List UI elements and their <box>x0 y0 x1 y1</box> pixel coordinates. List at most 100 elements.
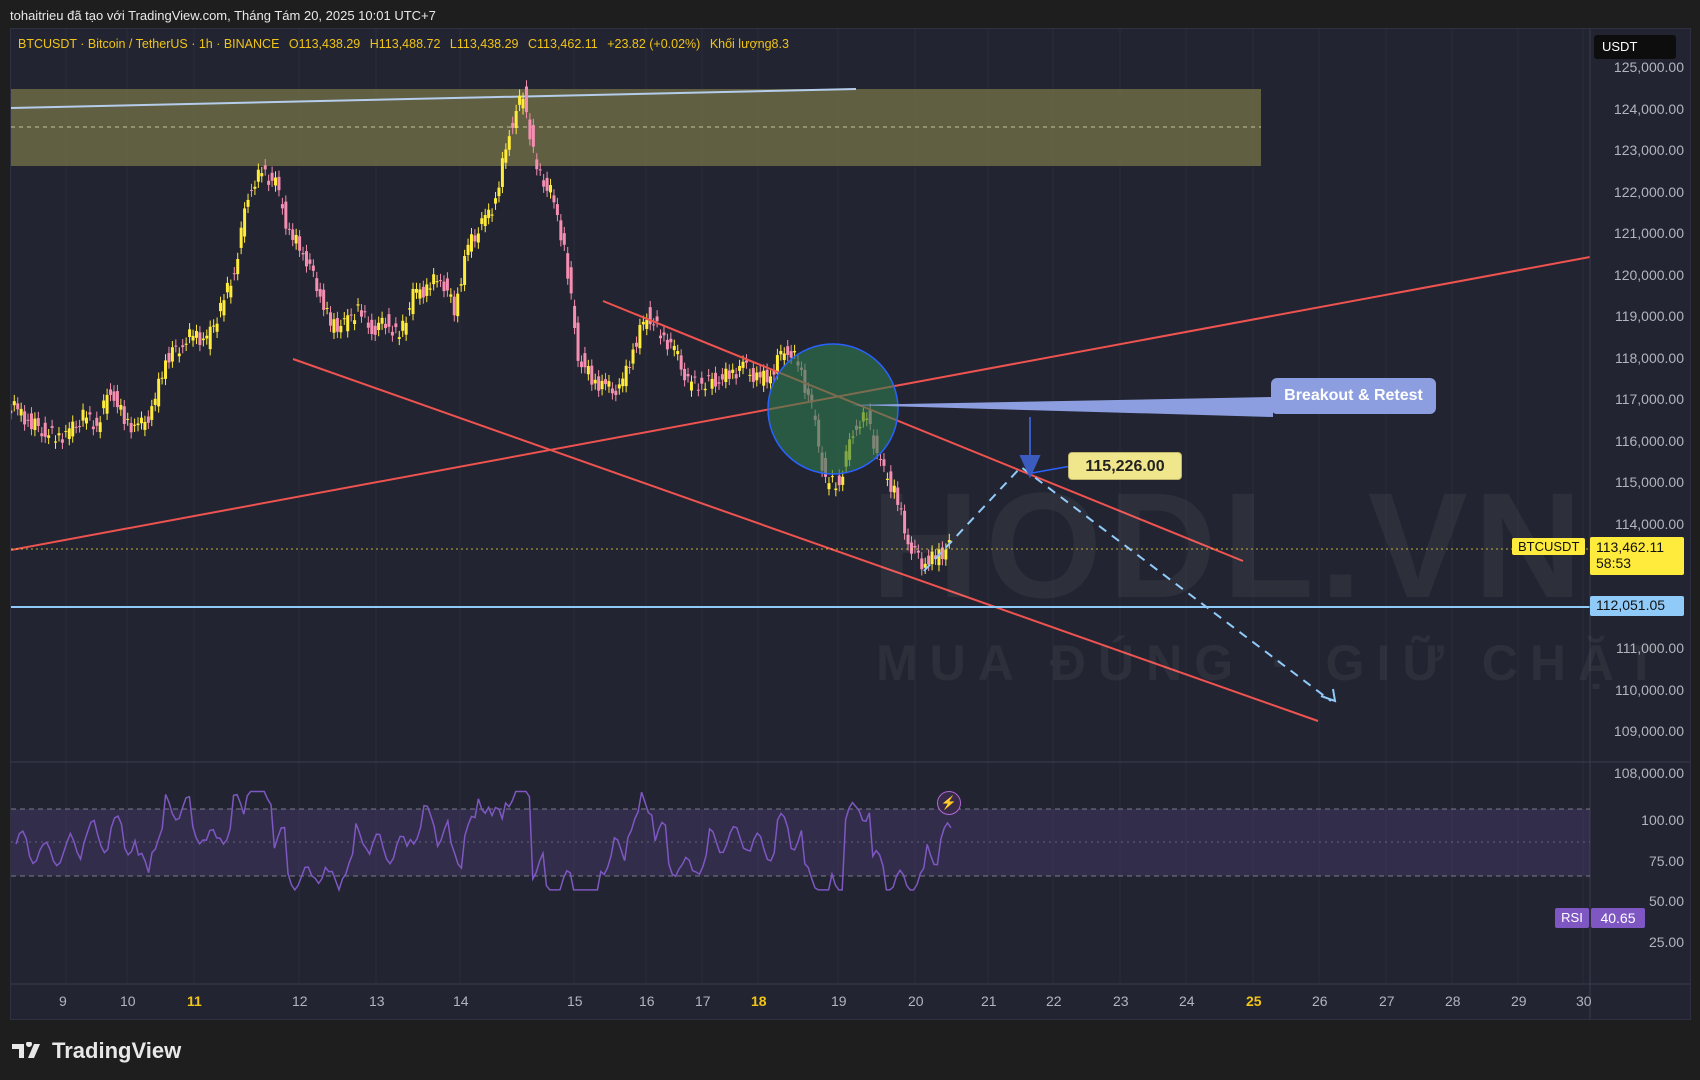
date-tick-label: 14 <box>453 993 469 1009</box>
watermark-slogan: MUA ĐÚNG · GIỮ CHẶT <box>876 635 1669 691</box>
candle-body <box>349 314 353 316</box>
candle-body <box>239 227 243 248</box>
candle-countdown: 58:53 <box>1596 555 1632 571</box>
support-price-label: 112,051.05 <box>1590 596 1684 616</box>
high-value: H113,488.72 <box>369 37 441 51</box>
candle-body <box>511 122 515 128</box>
candle-body <box>170 347 174 362</box>
candle-body <box>115 391 119 408</box>
candle-body <box>483 215 487 227</box>
candle-body <box>408 308 412 310</box>
candle-body <box>535 159 539 170</box>
candle-body <box>294 234 298 244</box>
chart-area[interactable]: HODL.VN MUA ĐÚNG · GIỮ CHẶT <box>10 28 1691 1020</box>
candle-body <box>232 273 236 275</box>
candle-body <box>119 404 123 410</box>
candle-body <box>325 307 329 309</box>
date-tick-label: 24 <box>1179 993 1195 1009</box>
candle-body <box>586 366 590 375</box>
candle-body <box>397 337 401 339</box>
candle-body <box>133 424 137 426</box>
candle-body <box>555 204 559 216</box>
candle-body <box>469 234 473 252</box>
rsi-tag: RSI <box>1555 908 1589 928</box>
candle-body <box>724 368 728 383</box>
currency-selector[interactable]: USDT <box>1594 35 1676 59</box>
tv-logo-icon <box>12 1042 40 1058</box>
breakout-circle <box>767 343 899 475</box>
candle-body <box>494 198 498 204</box>
candle-body <box>542 180 546 187</box>
price-tick-label: 118,000.00 <box>1614 349 1684 366</box>
candle-body <box>208 326 212 350</box>
candle-body <box>765 369 769 383</box>
target-price-label[interactable]: 115,226.00 <box>1068 452 1182 480</box>
candle-body <box>95 417 99 426</box>
date-tick-label: 27 <box>1379 993 1395 1009</box>
candle-body <box>827 483 831 490</box>
candle-body <box>274 177 278 186</box>
rsi-value: 40.65 <box>1591 908 1645 928</box>
candle-body <box>679 355 683 370</box>
symbol-name[interactable]: BTCUSDT · Bitcoin / TetherUS · 1h · BINA… <box>18 37 279 51</box>
candle-body <box>442 281 446 292</box>
candle-body <box>246 199 250 207</box>
candle-body <box>755 372 759 381</box>
candle-body <box>439 280 443 282</box>
candle-body <box>421 286 425 298</box>
candle-body <box>60 439 64 443</box>
candle-body <box>270 172 274 181</box>
candle-body <box>621 378 625 387</box>
candle-body <box>411 288 415 315</box>
flash-icon[interactable]: ⚡ <box>937 791 961 815</box>
date-tick-label: 12 <box>292 993 308 1009</box>
candle-body <box>143 421 147 430</box>
candle-body <box>610 388 614 394</box>
candle-body <box>57 433 61 436</box>
candle-body <box>545 177 549 191</box>
candle-body <box>456 293 460 317</box>
candle-body <box>78 426 82 428</box>
candle-body <box>153 398 157 405</box>
candle-body <box>267 180 271 185</box>
candle-body <box>714 372 718 387</box>
candle-body <box>126 418 130 420</box>
candle-body <box>105 394 109 414</box>
candle-body <box>531 125 535 147</box>
candle-body <box>727 370 731 379</box>
low-value: L113,438.29 <box>449 37 519 51</box>
candle-body <box>384 323 388 329</box>
candle-body <box>91 426 95 430</box>
brand-name: TradingView <box>52 1038 182 1063</box>
candle-body <box>466 244 470 255</box>
candle-body <box>631 349 635 364</box>
candle-body <box>689 381 693 391</box>
price-tick-label: 116,000.00 <box>1614 432 1684 449</box>
candle-body <box>463 256 467 285</box>
candle-body <box>638 324 642 349</box>
candle-body <box>191 335 195 341</box>
candle-body <box>480 218 484 224</box>
candle-body <box>473 235 477 242</box>
candle-body <box>304 251 308 267</box>
candle-body <box>380 317 384 324</box>
candle-body <box>181 345 185 348</box>
candle-body <box>428 288 432 290</box>
candle-body <box>253 186 257 189</box>
candle-body <box>500 158 504 187</box>
date-tick-label: 17 <box>695 993 711 1009</box>
price-tick-label: 108,000.00 <box>1613 764 1684 781</box>
candle-body <box>81 409 85 421</box>
candle-body <box>12 401 16 406</box>
candle-body <box>98 422 102 433</box>
candle-body <box>280 204 284 209</box>
tradingview-logo[interactable]: TradingView <box>12 1038 181 1064</box>
volume-value: Khối lượng8.3 <box>709 37 789 51</box>
breakout-annotation[interactable]: Breakout & Retest <box>1271 378 1436 414</box>
current-price-label: 113,462.11 58:53 <box>1590 537 1684 575</box>
candle-body <box>390 331 394 336</box>
candle-body <box>222 300 226 316</box>
candle-body <box>786 346 790 355</box>
current-price-value: 113,462.11 <box>1596 539 1664 555</box>
candle-body <box>414 288 418 293</box>
